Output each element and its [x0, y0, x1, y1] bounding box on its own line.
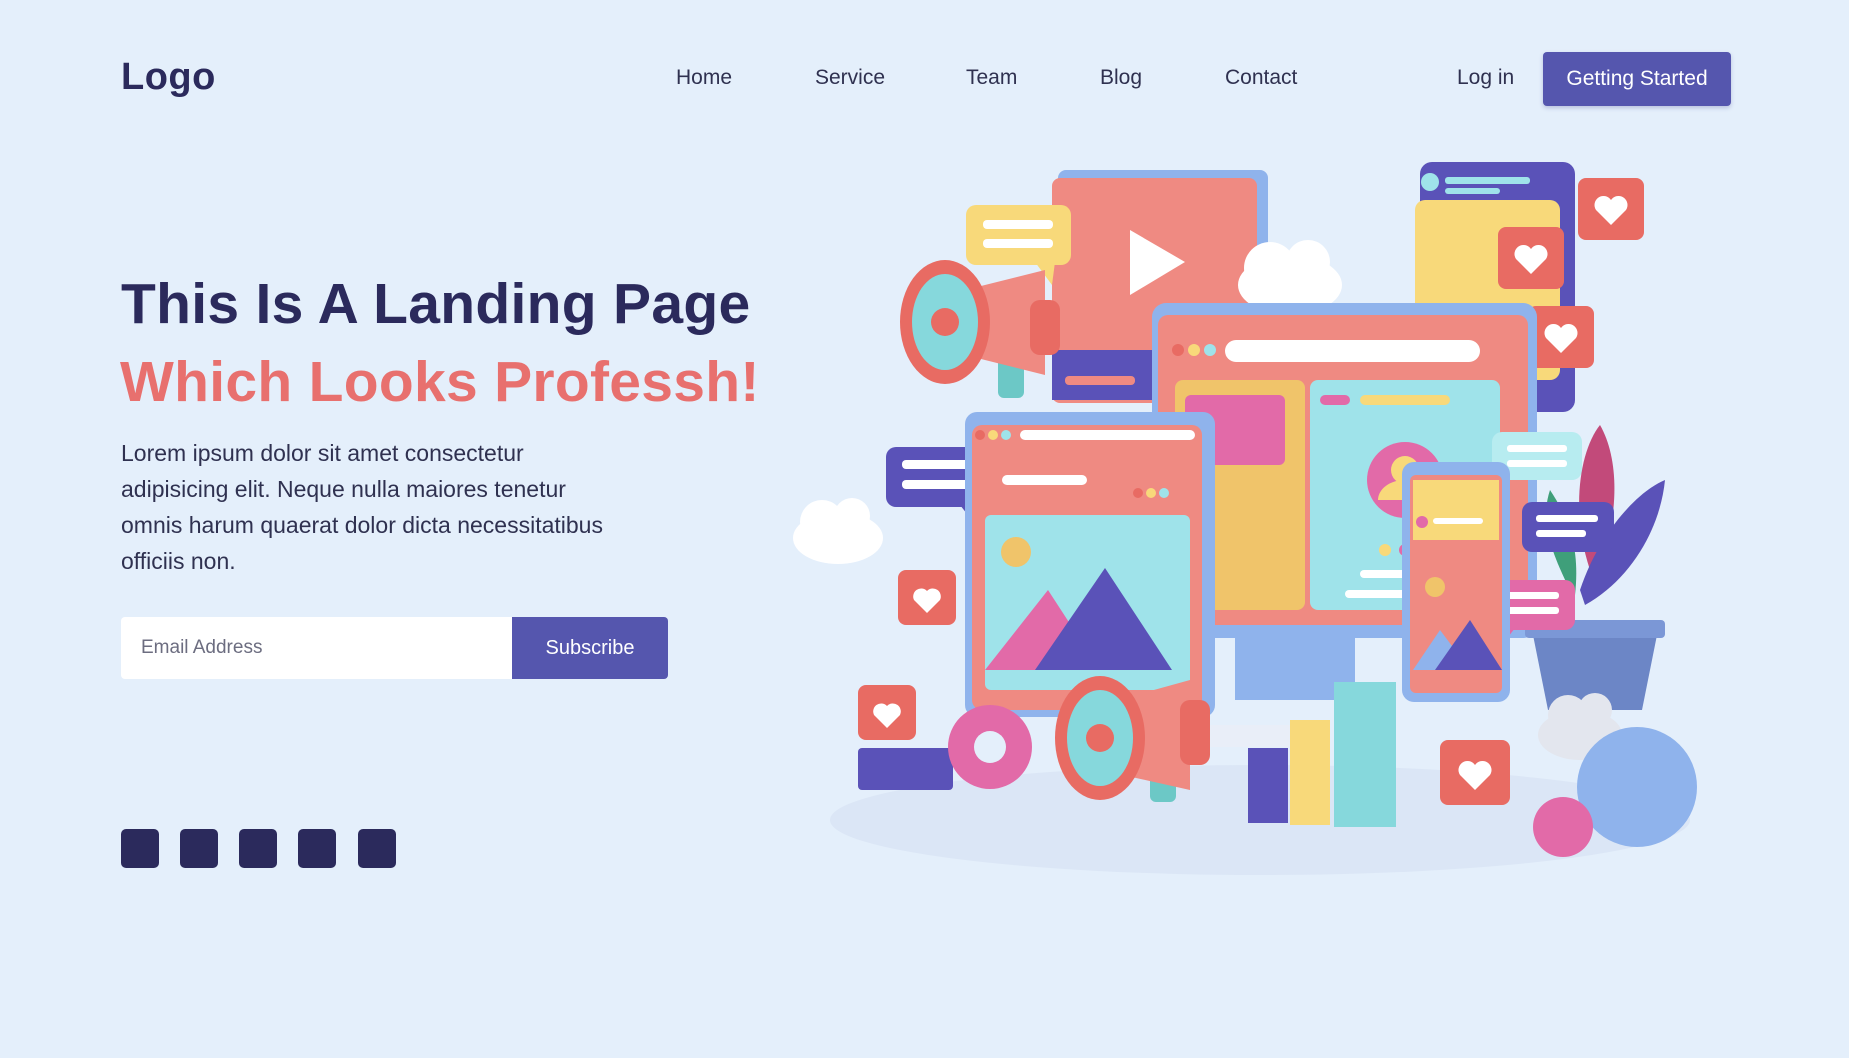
social-icon[interactable] — [358, 829, 396, 868]
nav-link-team[interactable]: Team — [966, 66, 1017, 90]
hero-subtitle: Which Looks Professh! — [120, 350, 760, 414]
nav-link-service[interactable]: Service — [815, 66, 885, 90]
heart-bubble — [1440, 740, 1510, 805]
nav-link-blog[interactable]: Blog — [1100, 66, 1142, 90]
heart-bubble — [858, 685, 916, 740]
megaphone-icon — [900, 260, 1060, 398]
subscribe-button[interactable]: Subscribe — [512, 617, 668, 679]
hero-illustration — [793, 162, 1697, 875]
email-input[interactable] — [121, 617, 512, 679]
heart-bubble — [1528, 306, 1594, 368]
sphere — [1533, 797, 1593, 857]
social-icon[interactable] — [180, 829, 218, 868]
nav-link-home[interactable]: Home — [676, 66, 732, 90]
sphere — [1577, 727, 1697, 847]
social-icon[interactable] — [298, 829, 336, 868]
getting-started-button[interactable]: Getting Started — [1543, 52, 1731, 106]
nav-link-contact[interactable]: Contact — [1225, 66, 1297, 90]
hero-title: This Is A Landing Page — [121, 272, 751, 336]
bar-blocks — [1248, 682, 1396, 827]
social-icon[interactable] — [121, 829, 159, 868]
hero-description: Lorem ipsum dolor sit amet consectetur a… — [121, 440, 603, 574]
smartphone — [1402, 462, 1510, 702]
heart-bubble — [898, 570, 956, 625]
chat-bubble — [1522, 502, 1614, 552]
browser-window — [965, 412, 1215, 717]
heart-bubble — [1498, 227, 1564, 289]
landing-page: Logo Home Service Team Blog Contact Log … — [0, 0, 1849, 1058]
subscribe-form: Subscribe — [121, 617, 668, 679]
cloud-icon — [793, 498, 883, 564]
logo[interactable]: Logo — [121, 56, 216, 99]
login-link[interactable]: Log in — [1457, 66, 1514, 90]
heart-bubble — [1578, 178, 1644, 240]
social-icon[interactable] — [239, 829, 277, 868]
